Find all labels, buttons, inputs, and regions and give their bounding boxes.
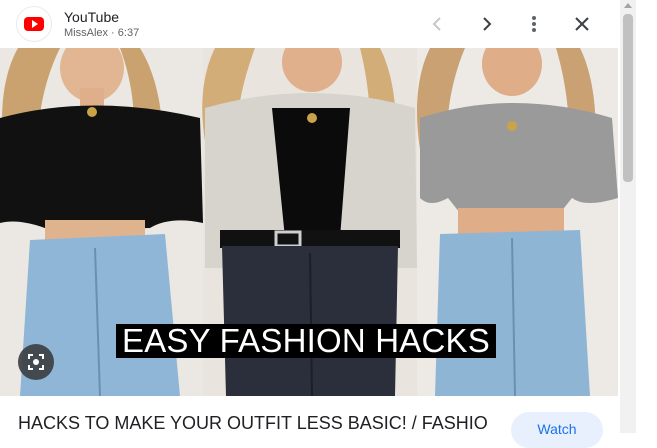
scroll-up-arrow-icon[interactable] xyxy=(624,3,632,8)
source-logo[interactable] xyxy=(16,6,52,42)
close-icon xyxy=(575,17,589,31)
video-title[interactable]: HACKS TO MAKE YOUR OUTFIT LESS BASIC! / … xyxy=(18,413,488,434)
more-vert-icon xyxy=(532,16,536,32)
google-lens-icon xyxy=(28,354,44,370)
previous-button[interactable] xyxy=(422,8,454,40)
vertical-scrollbar[interactable] xyxy=(620,0,636,433)
youtube-logo-icon xyxy=(24,17,44,31)
video-thumbnail[interactable]: EASY FASHION HACKS xyxy=(0,48,618,396)
source-name[interactable]: YouTube xyxy=(64,9,119,25)
page-background xyxy=(636,0,657,433)
watch-button[interactable]: Watch xyxy=(511,412,603,448)
video-meta: MissAlex · 6:37 xyxy=(64,27,140,39)
video-overlay-caption: EASY FASHION HACKS xyxy=(116,324,496,358)
next-button[interactable] xyxy=(470,8,502,40)
chevron-left-icon xyxy=(432,17,441,31)
close-button[interactable] xyxy=(566,8,598,40)
more-options-button[interactable] xyxy=(518,8,550,40)
scrollbar-thumb[interactable] xyxy=(623,14,633,182)
preview-header: YouTube MissAlex · 6:37 xyxy=(0,0,620,48)
image-preview-panel: YouTube MissAlex · 6:37 EASY FASHION HAC… xyxy=(0,0,621,448)
chevron-right-icon xyxy=(483,17,492,31)
visual-search-button[interactable] xyxy=(18,344,54,380)
